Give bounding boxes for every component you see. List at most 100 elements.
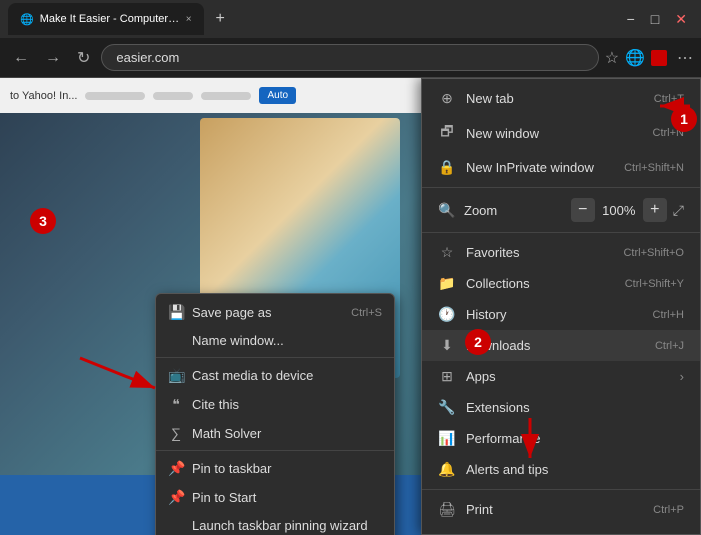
new-window-icon: 🗗 [438,121,456,145]
extensions-icon: 🔧 [438,399,456,416]
menu-divider-1 [422,187,700,188]
star-icon[interactable]: ☆ [605,48,619,68]
menu-apps[interactable]: ⊞ Apps › [422,361,700,392]
close-button[interactable]: ✕ [669,7,693,32]
settings-icon[interactable] [651,50,667,66]
tab-favicon: 🌐 [20,13,34,26]
progress-bar-1 [85,92,145,100]
window-controls: − □ ✕ [621,7,693,32]
menu-history-label: History [466,307,506,322]
ctx-cast-label: Cast media to device [192,368,313,383]
save-icon: 💾 [168,304,184,321]
ctx-cast-media[interactable]: 📺 Cast media to device [156,361,394,390]
menu-new-tab-shortcut: Ctrl+T [654,93,684,105]
ctx-cite[interactable]: ❝ Cite this [156,390,394,419]
main-menu: ⊕ New tab Ctrl+T 🗗 New window Ctrl+N 🔒 N… [421,78,701,535]
menu-print-shortcut: Ctrl+P [653,504,684,516]
menu-web-capture[interactable]: ✂ Web capture Ctrl+Shift+S [422,525,700,535]
forward-button[interactable]: → [40,45,66,71]
zoom-value: 100% [601,203,637,218]
menu-collections-label: Collections [466,276,530,291]
menu-inprivate-shortcut: Ctrl+Shift+N [624,162,684,174]
favorites-icon: ☆ [438,244,456,261]
ctx-launch-wizard[interactable]: Launch taskbar pinning wizard [156,512,394,535]
menu-collections-shortcut: Ctrl+Shift+Y [625,278,684,290]
ctx-pin-start[interactable]: 📌 Pin to Start [156,483,394,512]
tab-title: Make It Easier - Computer Tu... [40,13,180,25]
menu-alerts[interactable]: 🔔 Alerts and tips [422,454,700,485]
menu-new-tab[interactable]: ⊕ New tab Ctrl+T [422,83,700,114]
ctx-name-window-label: Name window... [192,333,284,348]
progress-bar-3 [201,92,251,100]
active-tab[interactable]: 🌐 Make It Easier - Computer Tu... × [8,3,204,35]
ctx-divider-1 [156,357,394,358]
menu-divider-3 [422,489,700,490]
ctx-cite-label: Cite this [192,397,239,412]
zoom-row: 🔍 Zoom − 100% + ⤢ [422,192,700,228]
strip-text: to Yahoo! In... [10,90,77,102]
menu-performance-label: Performance [466,431,540,446]
menu-inprivate-label: New InPrivate window [466,160,594,175]
globe-icon[interactable]: 🌐 [625,48,645,68]
address-bar-row: ← → ↻ ☆ 🌐 ⋯ [0,38,701,78]
inprivate-icon: 🔒 [438,159,456,176]
alerts-icon: 🔔 [438,461,456,478]
strip-button[interactable]: Auto [259,87,296,104]
menu-history[interactable]: 🕐 History Ctrl+H [422,299,700,330]
menu-collections[interactable]: 📁 Collections Ctrl+Shift+Y [422,268,700,299]
ctx-pin-start-label: Pin to Start [192,490,256,505]
zoom-expand-button[interactable]: ⤢ [673,202,684,219]
menu-downloads[interactable]: ⬇ Downloads Ctrl+J [422,330,700,361]
browser-chrome: 🌐 Make It Easier - Computer Tu... × + − … [0,0,701,38]
menu-new-window-label: New window [466,126,539,141]
menu-performance[interactable]: 📊 Performance [422,423,700,454]
cite-icon: ❝ [168,396,184,413]
menu-button[interactable]: ⋯ [677,48,693,68]
menu-favorites-label: Favorites [466,245,519,260]
menu-print-label: Print [466,502,493,517]
refresh-button[interactable]: ↻ [72,44,95,72]
zoom-plus-button[interactable]: + [643,198,667,222]
ctx-pin-taskbar[interactable]: 📌 Pin to taskbar [156,454,394,483]
tab-close-button[interactable]: × [186,14,192,25]
cast-icon: 📺 [168,367,184,384]
pin-taskbar-icon: 📌 [168,460,184,477]
menu-new-tab-label: New tab [466,91,514,106]
menu-alerts-label: Alerts and tips [466,462,548,477]
address-input[interactable] [101,44,598,71]
performance-icon: 📊 [438,430,456,447]
history-icon: 🕐 [438,306,456,323]
menu-print[interactable]: 🖨 Print Ctrl+P [422,494,700,525]
menu-new-window[interactable]: 🗗 New window Ctrl+N [422,114,700,152]
menu-favorites-shortcut: Ctrl+Shift+O [623,247,684,259]
zoom-minus-button[interactable]: − [571,198,595,222]
ctx-name-window[interactable]: Name window... [156,327,394,354]
menu-inprivate[interactable]: 🔒 New InPrivate window Ctrl+Shift+N [422,152,700,183]
zoom-controls: − 100% + ⤢ [571,198,684,222]
context-menu: 💾 Save page as Ctrl+S Name window... 📺 C… [155,293,395,535]
pin-start-icon: 📌 [168,489,184,506]
ctx-math-label: Math Solver [192,426,261,441]
menu-extensions[interactable]: 🔧 Extensions [422,392,700,423]
ctx-pin-taskbar-label: Pin to taskbar [192,461,272,476]
minimize-button[interactable]: − [621,7,641,31]
ctx-save-page[interactable]: 💾 Save page as Ctrl+S [156,298,394,327]
zoom-label: Zoom [464,203,563,218]
maximize-button[interactable]: □ [645,7,665,31]
menu-history-shortcut: Ctrl+H [653,309,684,321]
address-bar-icons: ☆ 🌐 ⋯ [605,48,693,68]
zoom-icon: 🔍 [438,202,456,219]
new-tab-button[interactable]: + [208,6,233,32]
main-content: to Yahoo! In... Auto est for You or Your… [0,78,701,535]
back-button[interactable]: ← [8,45,34,71]
menu-divider-2 [422,232,700,233]
apps-icon: ⊞ [438,368,456,385]
menu-downloads-label: Downloads [466,338,530,353]
menu-downloads-shortcut: Ctrl+J [655,340,684,352]
tab-bar: 🌐 Make It Easier - Computer Tu... × + [8,3,615,35]
ctx-math-solver[interactable]: ∑ Math Solver [156,419,394,447]
ctx-launch-wizard-label: Launch taskbar pinning wizard [192,518,368,533]
progress-bar-2 [153,92,193,100]
new-tab-icon: ⊕ [438,90,456,107]
menu-favorites[interactable]: ☆ Favorites Ctrl+Shift+O [422,237,700,268]
